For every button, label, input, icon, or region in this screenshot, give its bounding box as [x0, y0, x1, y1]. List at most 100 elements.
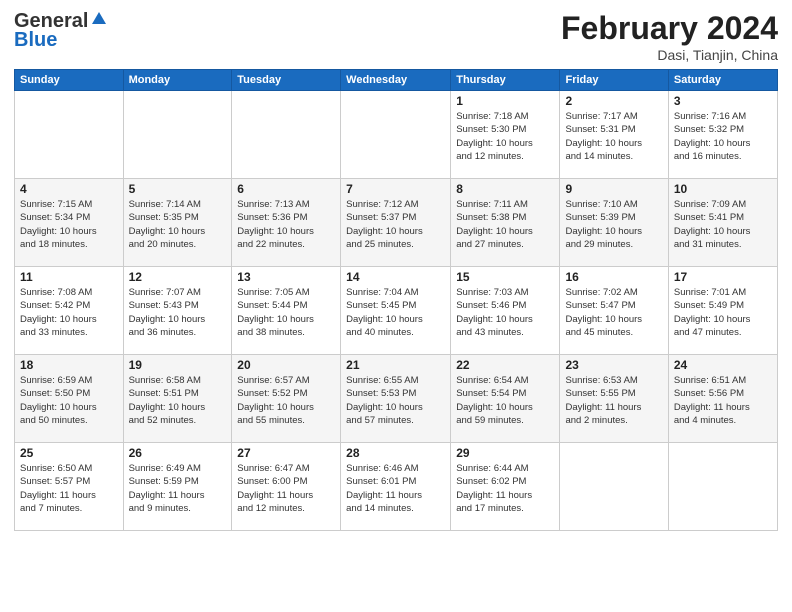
- day-number: 15: [456, 270, 554, 284]
- day-number: 25: [20, 446, 118, 460]
- calendar-cell: 4 Sunrise: 7:15 AM Sunset: 5:34 PM Daylig…: [15, 179, 124, 267]
- calendar-cell: 13 Sunrise: 7:05 AM Sunset: 5:44 PM Dayli…: [232, 267, 341, 355]
- calendar-day-header: Thursday: [451, 70, 560, 91]
- calendar-day-header: Monday: [123, 70, 232, 91]
- day-info: Sunrise: 7:02 AM Sunset: 5:47 PM Dayligh…: [565, 286, 662, 339]
- day-info: Sunrise: 7:04 AM Sunset: 5:45 PM Dayligh…: [346, 286, 445, 339]
- calendar-cell: 9 Sunrise: 7:10 AM Sunset: 5:39 PM Daylig…: [560, 179, 668, 267]
- calendar-cell: 18Sunrise: 6:59 AM Sunset: 5:50 PM Dayli…: [15, 355, 124, 443]
- day-number: 12: [129, 270, 227, 284]
- day-info: Sunrise: 7:11 AM Sunset: 5:38 PM Dayligh…: [456, 198, 554, 251]
- calendar-cell: 28 Sunrise: 6:46 AM Sunset: 6:01 PM Dayli…: [341, 443, 451, 531]
- calendar-cell: 27 Sunrise: 6:47 AM Sunset: 6:00 PM Dayli…: [232, 443, 341, 531]
- calendar-cell: 10 Sunrise: 7:09 AM Sunset: 5:41 PM Dayli…: [668, 179, 777, 267]
- sub-title: Dasi, Tianjin, China: [561, 47, 778, 63]
- day-info: Sunrise: 7:16 AM Sunset: 5:32 PM Dayligh…: [674, 110, 772, 163]
- calendar-day-header: Friday: [560, 70, 668, 91]
- calendar-cell: [15, 91, 124, 179]
- day-info: Sunrise: 7:07 AM Sunset: 5:43 PM Dayligh…: [129, 286, 227, 339]
- day-number: 2: [565, 94, 662, 108]
- calendar-cell: [232, 91, 341, 179]
- day-info: Sunrise: 7:14 AM Sunset: 5:35 PM Dayligh…: [129, 198, 227, 251]
- page: General Blue February 2024 Dasi, Tianjin…: [0, 0, 792, 612]
- day-info: Sunrise: 7:15 AM Sunset: 5:34 PM Dayligh…: [20, 198, 118, 251]
- day-number: 1: [456, 94, 554, 108]
- calendar-cell: 29 Sunrise: 6:44 AM Sunset: 6:02 PM Dayli…: [451, 443, 560, 531]
- calendar-cell: 15Sunrise: 7:03 AM Sunset: 5:46 PM Dayli…: [451, 267, 560, 355]
- day-number: 11: [20, 270, 118, 284]
- day-number: 4: [20, 182, 118, 196]
- logo: General Blue: [14, 10, 108, 52]
- day-info: Sunrise: 7:17 AM Sunset: 5:31 PM Dayligh…: [565, 110, 662, 163]
- day-number: 27: [237, 446, 335, 460]
- day-number: 17: [674, 270, 772, 284]
- calendar-week-row: 25Sunrise: 6:50 AM Sunset: 5:57 PM Dayli…: [15, 443, 778, 531]
- calendar-cell: 6 Sunrise: 7:13 AM Sunset: 5:36 PM Daylig…: [232, 179, 341, 267]
- calendar-cell: 25Sunrise: 6:50 AM Sunset: 5:57 PM Dayli…: [15, 443, 124, 531]
- calendar-cell: 2 Sunrise: 7:17 AM Sunset: 5:31 PM Daylig…: [560, 91, 668, 179]
- calendar-cell: [341, 91, 451, 179]
- day-number: 5: [129, 182, 227, 196]
- calendar-day-header: Wednesday: [341, 70, 451, 91]
- day-info: Sunrise: 7:10 AM Sunset: 5:39 PM Dayligh…: [565, 198, 662, 251]
- calendar-cell: 3 Sunrise: 7:16 AM Sunset: 5:32 PM Daylig…: [668, 91, 777, 179]
- calendar-cell: 16 Sunrise: 7:02 AM Sunset: 5:47 PM Dayli…: [560, 267, 668, 355]
- day-number: 6: [237, 182, 335, 196]
- day-number: 24: [674, 358, 772, 372]
- day-info: Sunrise: 6:53 AM Sunset: 5:55 PM Dayligh…: [565, 374, 662, 427]
- calendar-cell: 11Sunrise: 7:08 AM Sunset: 5:42 PM Dayli…: [15, 267, 124, 355]
- title-block: February 2024 Dasi, Tianjin, China: [561, 10, 778, 63]
- day-number: 29: [456, 446, 554, 460]
- day-info: Sunrise: 6:47 AM Sunset: 6:00 PM Dayligh…: [237, 462, 335, 515]
- day-number: 7: [346, 182, 445, 196]
- day-number: 14: [346, 270, 445, 284]
- header: General Blue February 2024 Dasi, Tianjin…: [14, 10, 778, 63]
- day-info: Sunrise: 7:13 AM Sunset: 5:36 PM Dayligh…: [237, 198, 335, 251]
- calendar-day-header: Saturday: [668, 70, 777, 91]
- day-number: 21: [346, 358, 445, 372]
- day-info: Sunrise: 7:18 AM Sunset: 5:30 PM Dayligh…: [456, 110, 554, 163]
- calendar-day-header: Sunday: [15, 70, 124, 91]
- day-number: 19: [129, 358, 227, 372]
- calendar-cell: [560, 443, 668, 531]
- calendar-cell: 21Sunrise: 6:55 AM Sunset: 5:53 PM Dayli…: [341, 355, 451, 443]
- day-info: Sunrise: 7:01 AM Sunset: 5:49 PM Dayligh…: [674, 286, 772, 339]
- day-info: Sunrise: 7:12 AM Sunset: 5:37 PM Dayligh…: [346, 198, 445, 251]
- day-number: 28: [346, 446, 445, 460]
- calendar-cell: 5 Sunrise: 7:14 AM Sunset: 5:35 PM Daylig…: [123, 179, 232, 267]
- calendar-cell: [668, 443, 777, 531]
- day-info: Sunrise: 6:44 AM Sunset: 6:02 PM Dayligh…: [456, 462, 554, 515]
- logo-arrow-icon: [90, 10, 108, 33]
- day-number: 9: [565, 182, 662, 196]
- calendar-cell: 17 Sunrise: 7:01 AM Sunset: 5:49 PM Dayli…: [668, 267, 777, 355]
- calendar-cell: 19Sunrise: 6:58 AM Sunset: 5:51 PM Dayli…: [123, 355, 232, 443]
- calendar-header-row: SundayMondayTuesdayWednesdayThursdayFrid…: [15, 70, 778, 91]
- calendar-cell: 24 Sunrise: 6:51 AM Sunset: 5:56 PM Dayli…: [668, 355, 777, 443]
- day-number: 16: [565, 270, 662, 284]
- main-title: February 2024: [561, 10, 778, 47]
- day-info: Sunrise: 7:09 AM Sunset: 5:41 PM Dayligh…: [674, 198, 772, 251]
- day-number: 22: [456, 358, 554, 372]
- calendar-cell: 14 Sunrise: 7:04 AM Sunset: 5:45 PM Dayli…: [341, 267, 451, 355]
- calendar-cell: 23 Sunrise: 6:53 AM Sunset: 5:55 PM Dayli…: [560, 355, 668, 443]
- day-info: Sunrise: 6:59 AM Sunset: 5:50 PM Dayligh…: [20, 374, 118, 427]
- day-number: 20: [237, 358, 335, 372]
- day-number: 3: [674, 94, 772, 108]
- day-number: 13: [237, 270, 335, 284]
- calendar-cell: [123, 91, 232, 179]
- day-info: Sunrise: 6:49 AM Sunset: 5:59 PM Dayligh…: [129, 462, 227, 515]
- day-number: 10: [674, 182, 772, 196]
- day-info: Sunrise: 6:51 AM Sunset: 5:56 PM Dayligh…: [674, 374, 772, 427]
- day-info: Sunrise: 6:46 AM Sunset: 6:01 PM Dayligh…: [346, 462, 445, 515]
- calendar-week-row: 11Sunrise: 7:08 AM Sunset: 5:42 PM Dayli…: [15, 267, 778, 355]
- logo-blue-text: Blue: [14, 29, 57, 52]
- calendar: SundayMondayTuesdayWednesdayThursdayFrid…: [14, 69, 778, 531]
- day-info: Sunrise: 6:57 AM Sunset: 5:52 PM Dayligh…: [237, 374, 335, 427]
- calendar-cell: 22Sunrise: 6:54 AM Sunset: 5:54 PM Dayli…: [451, 355, 560, 443]
- calendar-cell: 7 Sunrise: 7:12 AM Sunset: 5:37 PM Daylig…: [341, 179, 451, 267]
- calendar-cell: 8Sunrise: 7:11 AM Sunset: 5:38 PM Daylig…: [451, 179, 560, 267]
- day-info: Sunrise: 7:05 AM Sunset: 5:44 PM Dayligh…: [237, 286, 335, 339]
- calendar-cell: 1 Sunrise: 7:18 AM Sunset: 5:30 PM Daylig…: [451, 91, 560, 179]
- calendar-cell: 26Sunrise: 6:49 AM Sunset: 5:59 PM Dayli…: [123, 443, 232, 531]
- day-number: 23: [565, 358, 662, 372]
